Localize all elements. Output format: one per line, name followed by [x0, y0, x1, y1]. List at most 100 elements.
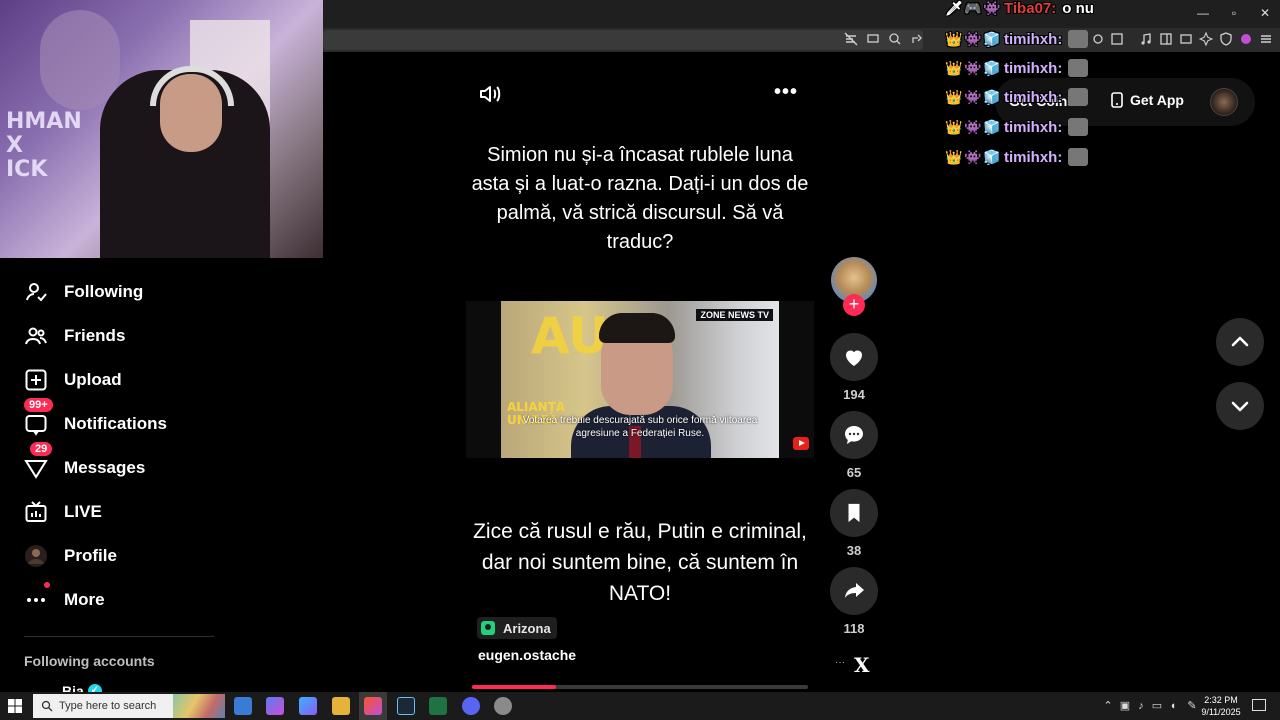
chat-message: 👑 👾 🧊 timihxh:: [945, 146, 1089, 168]
browser-extension-icon[interactable]: [1238, 32, 1254, 48]
excel-icon[interactable]: [429, 697, 447, 715]
post-more-options-icon[interactable]: •••: [774, 82, 798, 106]
next-video-button[interactable]: [1216, 382, 1264, 430]
streamer-webcam: HMAN X ICK: [0, 0, 323, 258]
location-label: Arizona: [503, 620, 551, 636]
windows-start-icon[interactable]: [8, 699, 22, 713]
chat-message: 🗡 🎮 👾 Tiba07: o nu: [945, 0, 1094, 19]
menu-icon[interactable]: [1258, 32, 1274, 48]
webcam-background-figure: [40, 10, 120, 110]
video-progress-bar[interactable]: [472, 685, 808, 689]
sidebar-item-friends[interactable]: Friends: [24, 322, 125, 350]
steam-icon[interactable]: [397, 697, 415, 715]
extension-icon[interactable]: [1090, 32, 1106, 48]
volume-icon[interactable]: [478, 82, 502, 106]
chat-username: timihxh:: [1004, 88, 1063, 106]
cube-icon: 🧊: [983, 88, 1001, 105]
brave-browser-icon[interactable]: [364, 697, 382, 715]
alien-icon: 👾: [983, 0, 1001, 16]
discord-icon[interactable]: [462, 697, 480, 715]
taskbar-search-placeholder: Type here to search: [59, 700, 157, 712]
tray-expand-icon[interactable]: ⌃: [1101, 699, 1115, 713]
chat-message: 👑 👾 🧊 timihxh:: [945, 28, 1089, 50]
location-tag[interactable]: Arizona: [477, 617, 557, 639]
reader-off-icon[interactable]: [843, 32, 859, 48]
video-progress-fill: [472, 685, 556, 689]
comment-button[interactable]: [830, 411, 878, 459]
chat-username: timihxh:: [1004, 148, 1063, 166]
sidebar-item-profile[interactable]: Profile: [24, 542, 117, 570]
wallet-icon[interactable]: [1178, 32, 1194, 48]
get-app-button[interactable]: Get App: [1110, 92, 1184, 108]
share-button[interactable]: [830, 567, 878, 615]
more-icon: [24, 582, 50, 612]
share-count: 118: [843, 621, 865, 636]
pen-icon[interactable]: ✎: [1185, 699, 1199, 713]
sidebar-item-messages[interactable]: 29 Messages: [24, 442, 145, 482]
like-button[interactable]: [830, 333, 878, 381]
alien-icon: 👾: [964, 30, 982, 47]
volume-tray-icon[interactable]: ◖: [1166, 699, 1180, 713]
x-share-dots: ···: [835, 657, 845, 668]
restore-button[interactable]: ▫: [1224, 4, 1244, 22]
comment-count: 65: [846, 465, 862, 480]
windows-taskbar: Type here to search ⌃ ▣ ♪ ▭ ◖ ✎ 2:32 PM …: [0, 692, 1280, 720]
tray-app-icon[interactable]: ▣: [1118, 699, 1132, 713]
sidebar-item-upload[interactable]: Upload: [24, 366, 122, 394]
minimize-button[interactable]: —: [1193, 4, 1213, 22]
copilot-icon[interactable]: [266, 697, 284, 715]
follow-plus-button[interactable]: +: [843, 294, 865, 316]
screenshot-icon[interactable]: [1109, 32, 1125, 48]
clock-time: 2:32 PM: [1204, 695, 1238, 705]
app-icon[interactable]: [299, 697, 317, 715]
bookmark-count: 38: [846, 543, 862, 558]
chat-emote-image: [1068, 118, 1089, 136]
location-pin-icon: [481, 621, 495, 635]
previous-video-button[interactable]: [1216, 318, 1264, 366]
taskbar-clock[interactable]: 2:32 PM 9/11/2025: [1200, 694, 1242, 718]
post-author[interactable]: eugen.ostache: [478, 647, 576, 663]
action-center-icon[interactable]: [1252, 699, 1266, 711]
bookmark-button[interactable]: [830, 489, 878, 537]
bookmark-icon: [848, 503, 860, 523]
heart-icon: [846, 350, 862, 366]
chat-text: o nu: [1062, 0, 1094, 17]
share-arrow-icon: [845, 583, 864, 598]
user-avatar[interactable]: [1210, 88, 1238, 116]
file-explorer-icon[interactable]: [332, 697, 350, 715]
zoom-icon[interactable]: [887, 32, 903, 48]
sidebar-item-following[interactable]: Following: [24, 278, 143, 306]
friends-icon: [24, 324, 48, 348]
x-logo-icon[interactable]: X: [854, 653, 870, 677]
avatar: [24, 544, 48, 568]
taskbar-search-box[interactable]: Type here to search: [33, 694, 225, 718]
messages-badge: 29: [30, 442, 53, 456]
sidebar-item-more[interactable]: More: [24, 582, 105, 614]
network-icon[interactable]: ▭: [1150, 699, 1164, 713]
app-icon-2[interactable]: [494, 697, 512, 715]
task-view-icon[interactable]: [234, 697, 252, 715]
cast-icon[interactable]: [865, 32, 881, 48]
sidebar-toggle-icon[interactable]: [1158, 32, 1174, 48]
like-count: 194: [843, 387, 865, 402]
music-icon[interactable]: [1138, 32, 1154, 48]
more-notification-dot: [44, 582, 50, 588]
user-follow-icon: [24, 280, 48, 304]
shield-icon[interactable]: [1218, 32, 1234, 48]
chat-emote-image: [1068, 88, 1089, 106]
sidebar-item-notifications[interactable]: 99+ Notifications: [24, 398, 167, 438]
chat-message: 👑 👾 🧊 timihxh:: [945, 86, 1089, 108]
search-highlight-image: [173, 694, 225, 718]
ai-icon[interactable]: [1198, 31, 1214, 48]
party-logo-letters: AU: [531, 307, 609, 365]
search-icon: [41, 700, 53, 712]
share-icon[interactable]: [909, 32, 925, 48]
messages-icon: 29: [24, 442, 53, 480]
address-bar[interactable]: [323, 30, 923, 50]
sidebar-item-live[interactable]: LIVE: [24, 498, 102, 526]
sword-icon: 🗡: [945, 0, 963, 16]
embedded-news-video[interactable]: AU ALIANȚA UNIREA ZONE NEWS TV Votarea t…: [501, 301, 779, 458]
chat-emote-image: [1068, 30, 1089, 48]
close-window-button[interactable]: ✕: [1255, 4, 1275, 22]
speaker-icon[interactable]: ♪: [1134, 699, 1148, 713]
